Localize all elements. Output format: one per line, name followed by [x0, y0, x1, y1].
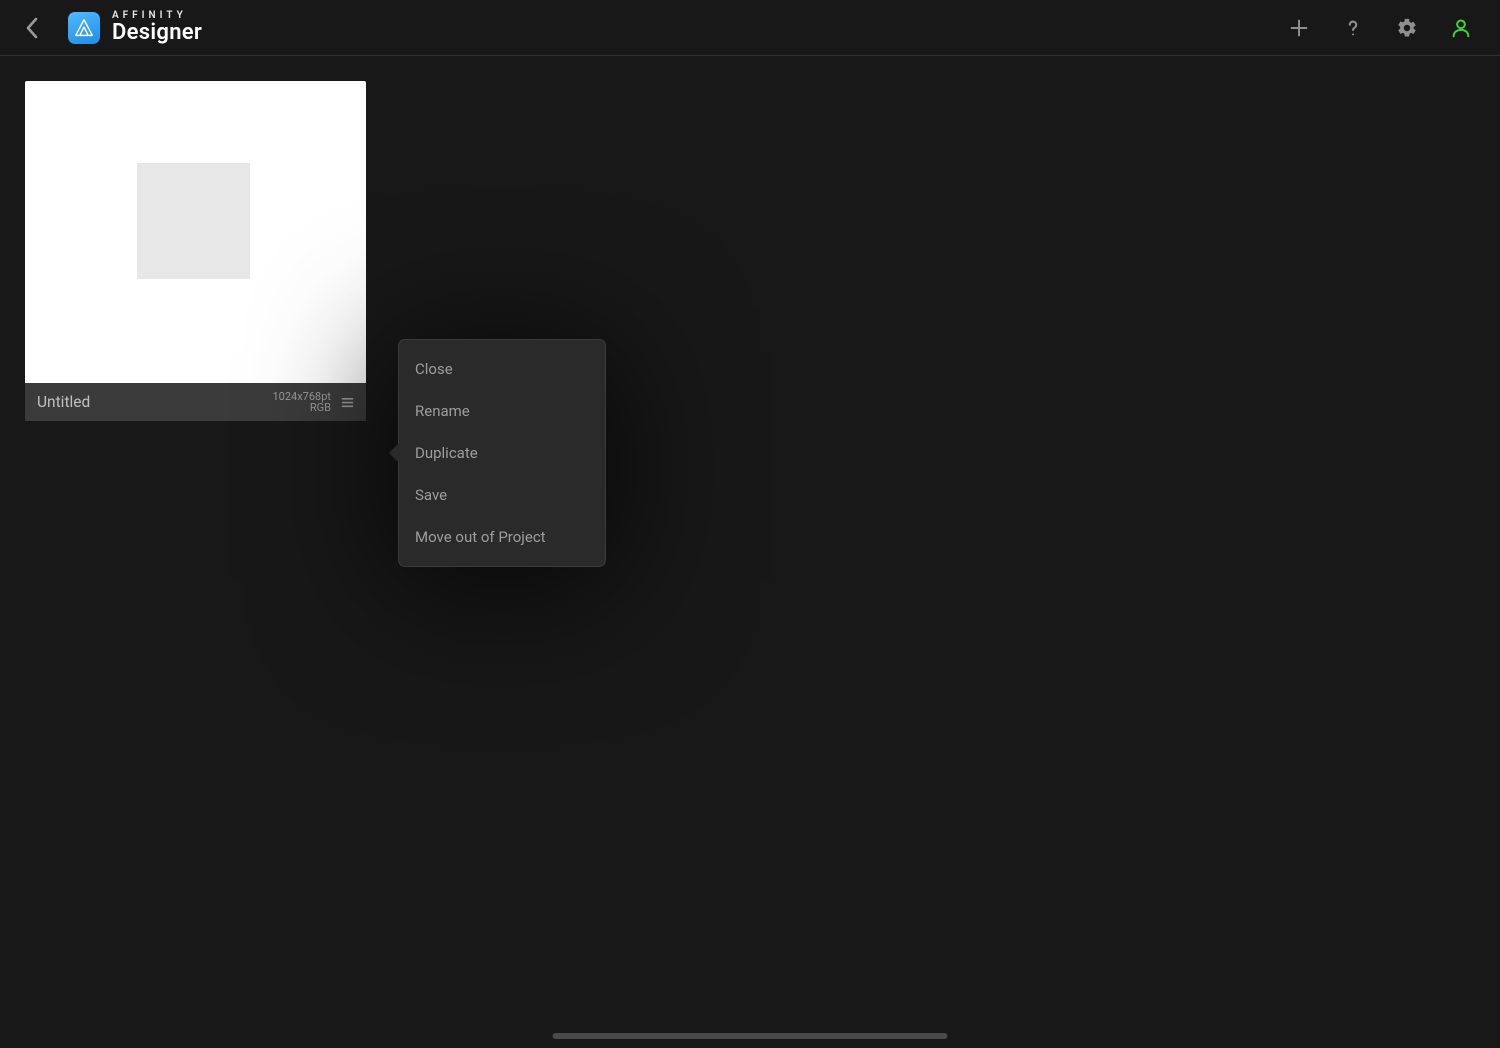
menu-item-move-out[interactable]: Move out of Project [399, 516, 605, 558]
document-color-mode: RGB [310, 402, 331, 413]
app-logo-icon [73, 17, 95, 39]
app-title: AFFINITY Designer [112, 11, 202, 44]
account-button[interactable] [1440, 7, 1482, 49]
gear-icon [1396, 17, 1418, 39]
app-logo [68, 12, 100, 44]
plus-icon [1288, 17, 1310, 39]
document-meta: 1024x768pt RGB [272, 391, 331, 413]
document-info-bar: Untitled 1024x768pt RGB [25, 383, 366, 421]
new-document-button[interactable] [1278, 7, 1320, 49]
question-icon [1342, 17, 1364, 39]
product-label: Designer [112, 22, 202, 44]
person-icon [1450, 17, 1472, 39]
menu-item-duplicate[interactable]: Duplicate [399, 432, 605, 474]
back-button[interactable] [14, 11, 48, 45]
help-button[interactable] [1332, 7, 1374, 49]
workspace: Untitled 1024x768pt RGB Close Rename Dup… [0, 56, 1500, 1048]
menu-item-save[interactable]: Save [399, 474, 605, 516]
document-card[interactable]: Untitled 1024x768pt RGB [25, 81, 366, 421]
context-menu-panel: Close Rename Duplicate Save Move out of … [398, 339, 606, 567]
menu-icon [340, 395, 355, 410]
document-thumbnail[interactable] [25, 81, 366, 383]
home-indicator[interactable] [553, 1033, 948, 1039]
settings-button[interactable] [1386, 7, 1428, 49]
top-bar: AFFINITY Designer [0, 0, 1500, 56]
document-name: Untitled [37, 393, 272, 411]
chevron-left-icon [25, 17, 38, 39]
document-shape-square [137, 163, 250, 279]
menu-item-close[interactable]: Close [399, 348, 605, 390]
document-menu-button[interactable] [337, 392, 357, 412]
menu-item-rename[interactable]: Rename [399, 390, 605, 432]
document-context-menu: Close Rename Duplicate Save Move out of … [398, 339, 606, 567]
